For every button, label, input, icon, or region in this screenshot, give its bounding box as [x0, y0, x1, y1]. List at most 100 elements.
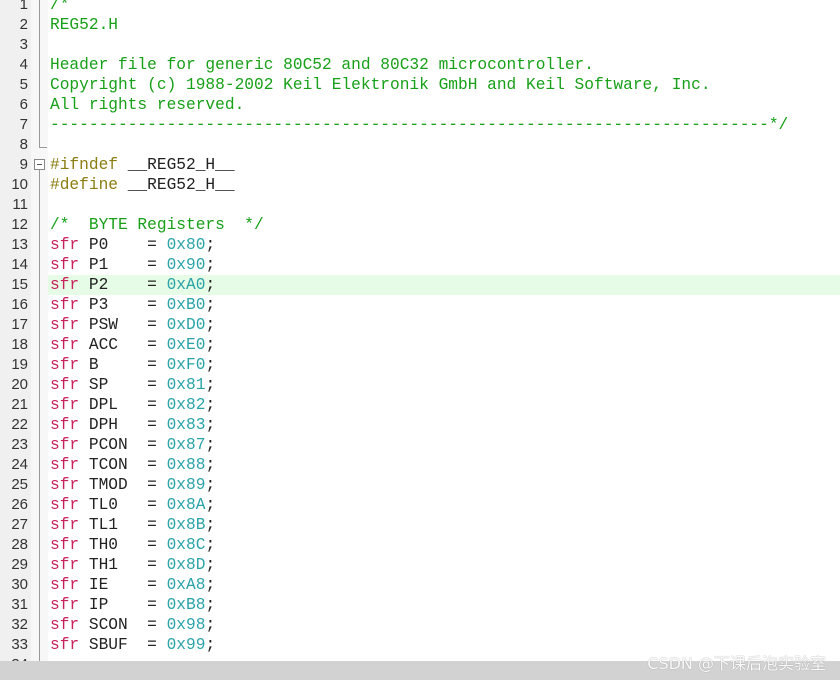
token-pre: #define — [50, 176, 118, 194]
code-editor[interactable]: 1 /* 2 REG52.H 3 4 Header file for generic 80C… — [0, 0, 840, 675]
code-text: sfr DPL = 0x82; — [48, 395, 840, 415]
line-number: 6 — [0, 95, 31, 115]
fold-margin — [31, 595, 48, 615]
line-number: 26 — [0, 495, 31, 515]
token-kw: sfr — [50, 496, 80, 514]
code-text: sfr IP = 0xB8; — [48, 595, 840, 615]
code-line[interactable]: 5 Copyright (c) 1988-2002 Keil Elektronik… — [0, 75, 840, 95]
token-kw: sfr — [50, 456, 80, 474]
token-plain: B = — [79, 356, 167, 374]
token-kw: sfr — [50, 396, 80, 414]
line-number: 27 — [0, 515, 31, 535]
token-comment: REG52.H — [50, 16, 118, 34]
fold-margin — [31, 255, 48, 275]
code-line[interactable]: 12 /* BYTE Registers */ — [0, 215, 840, 235]
token-num: 0x8C — [166, 536, 206, 554]
token-comment: All rights reserved. — [50, 96, 245, 114]
code-line[interactable]: 16 sfr P3 = 0xB0; — [0, 295, 840, 315]
token-plain: PCON = — [79, 436, 167, 454]
line-number: 11 — [0, 195, 31, 215]
code-line[interactable]: 8 — [0, 135, 840, 155]
token-num: 0x98 — [166, 616, 206, 634]
code-line[interactable]: 20 sfr SP = 0x81; — [0, 375, 840, 395]
line-number: 10 — [0, 175, 31, 195]
line-number: 9 — [0, 155, 31, 175]
token-plain: IE = — [79, 576, 167, 594]
token-kw: sfr — [50, 476, 80, 494]
code-line[interactable]: 17 sfr PSW = 0xD0; — [0, 315, 840, 335]
line-number: 24 — [0, 455, 31, 475]
watermark: CSDN @下课后泡实验室 — [647, 654, 826, 673]
token-num: 0xA0 — [166, 276, 206, 294]
code-line[interactable]: 18 sfr ACC = 0xE0; — [0, 335, 840, 355]
code-line[interactable]: 2 REG52.H — [0, 15, 840, 35]
code-line[interactable]: 30 sfr IE = 0xA8; — [0, 575, 840, 595]
code-line[interactable]: 29 sfr TH1 = 0x8D; — [0, 555, 840, 575]
code-line[interactable]: 22 sfr DPH = 0x83; — [0, 415, 840, 435]
code-line[interactable]: 10 #define __REG52_H__ — [0, 175, 840, 195]
line-number: 17 — [0, 315, 31, 335]
code-text: sfr P3 = 0xB0; — [48, 295, 840, 315]
code-text: sfr TH1 = 0x8D; — [48, 555, 840, 575]
line-number: 20 — [0, 375, 31, 395]
code-line[interactable]: 24 sfr TCON = 0x88; — [0, 455, 840, 475]
code-text: sfr P1 = 0x90; — [48, 255, 840, 275]
code-text: sfr PCON = 0x87; — [48, 435, 840, 455]
code-line[interactable]: 32 sfr SCON = 0x98; — [0, 615, 840, 635]
code-line[interactable]: 19 sfr B = 0xF0; — [0, 355, 840, 375]
line-number: 31 — [0, 595, 31, 615]
token-plain: TL0 = — [79, 496, 167, 514]
fold-margin — [31, 635, 48, 655]
code-text: /* BYTE Registers */ — [48, 215, 840, 235]
code-line[interactable]: 3 — [0, 35, 840, 55]
line-number: 21 — [0, 395, 31, 415]
code-line[interactable]: 27 sfr TL1 = 0x8B; — [0, 515, 840, 535]
token-plain: ; — [205, 416, 216, 434]
code-line[interactable]: 25 sfr TMOD = 0x89; — [0, 475, 840, 495]
code-text: sfr ACC = 0xE0; — [48, 335, 840, 355]
fold-margin — [31, 195, 48, 215]
fold-collapse-icon[interactable] — [34, 159, 45, 170]
code-line[interactable]: 21 sfr DPL = 0x82; — [0, 395, 840, 415]
fold-margin — [31, 15, 48, 35]
token-pre: #ifndef — [50, 156, 118, 174]
line-number: 23 — [0, 435, 31, 455]
token-kw: sfr — [50, 296, 80, 314]
token-plain: ; — [205, 316, 216, 334]
token-plain: ACC = — [79, 336, 167, 354]
fold-margin — [31, 315, 48, 335]
code-text: sfr SP = 0x81; — [48, 375, 840, 395]
code-line[interactable]: 26 sfr TL0 = 0x8A; — [0, 495, 840, 515]
token-kw: sfr — [50, 276, 80, 294]
code-text: #define __REG52_H__ — [48, 175, 840, 195]
token-num: 0x8B — [166, 516, 206, 534]
token-plain: TCON = — [79, 456, 167, 474]
token-plain: P3 = — [79, 296, 167, 314]
token-kw: sfr — [50, 256, 80, 274]
code-line[interactable]: 23 sfr PCON = 0x87; — [0, 435, 840, 455]
token-kw: sfr — [50, 556, 80, 574]
token-num: 0x8A — [166, 496, 206, 514]
code-line[interactable]: 15 sfr P2 = 0xA0; — [0, 275, 840, 295]
line-number: 7 — [0, 115, 31, 135]
code-line[interactable]: 9 #ifndef __REG52_H__ — [0, 155, 840, 175]
code-line[interactable]: 31 sfr IP = 0xB8; — [0, 595, 840, 615]
token-num: 0x90 — [166, 256, 206, 274]
code-line[interactable]: 7 ---------------------------------------… — [0, 115, 840, 135]
code-line[interactable]: 14 sfr P1 = 0x90; — [0, 255, 840, 275]
code-line[interactable]: 13 sfr P0 = 0x80; — [0, 235, 840, 255]
code-line[interactable]: 11 — [0, 195, 840, 215]
code-line[interactable]: 4 Header file for generic 80C52 and 80C32… — [0, 55, 840, 75]
token-kw: sfr — [50, 436, 80, 454]
code-line[interactable]: 1 /* — [0, 0, 840, 15]
code-text: /* — [48, 0, 840, 15]
token-plain: ; — [205, 576, 216, 594]
fold-margin — [31, 235, 48, 255]
token-plain: ; — [205, 536, 216, 554]
line-number: 18 — [0, 335, 31, 355]
code-line[interactable]: 6 All rights reserved. — [0, 95, 840, 115]
token-comment: /* BYTE Registers */ — [50, 216, 264, 234]
token-num: 0xA8 — [166, 576, 206, 594]
code-line[interactable]: 28 sfr TH0 = 0x8C; — [0, 535, 840, 555]
fold-margin — [31, 615, 48, 635]
